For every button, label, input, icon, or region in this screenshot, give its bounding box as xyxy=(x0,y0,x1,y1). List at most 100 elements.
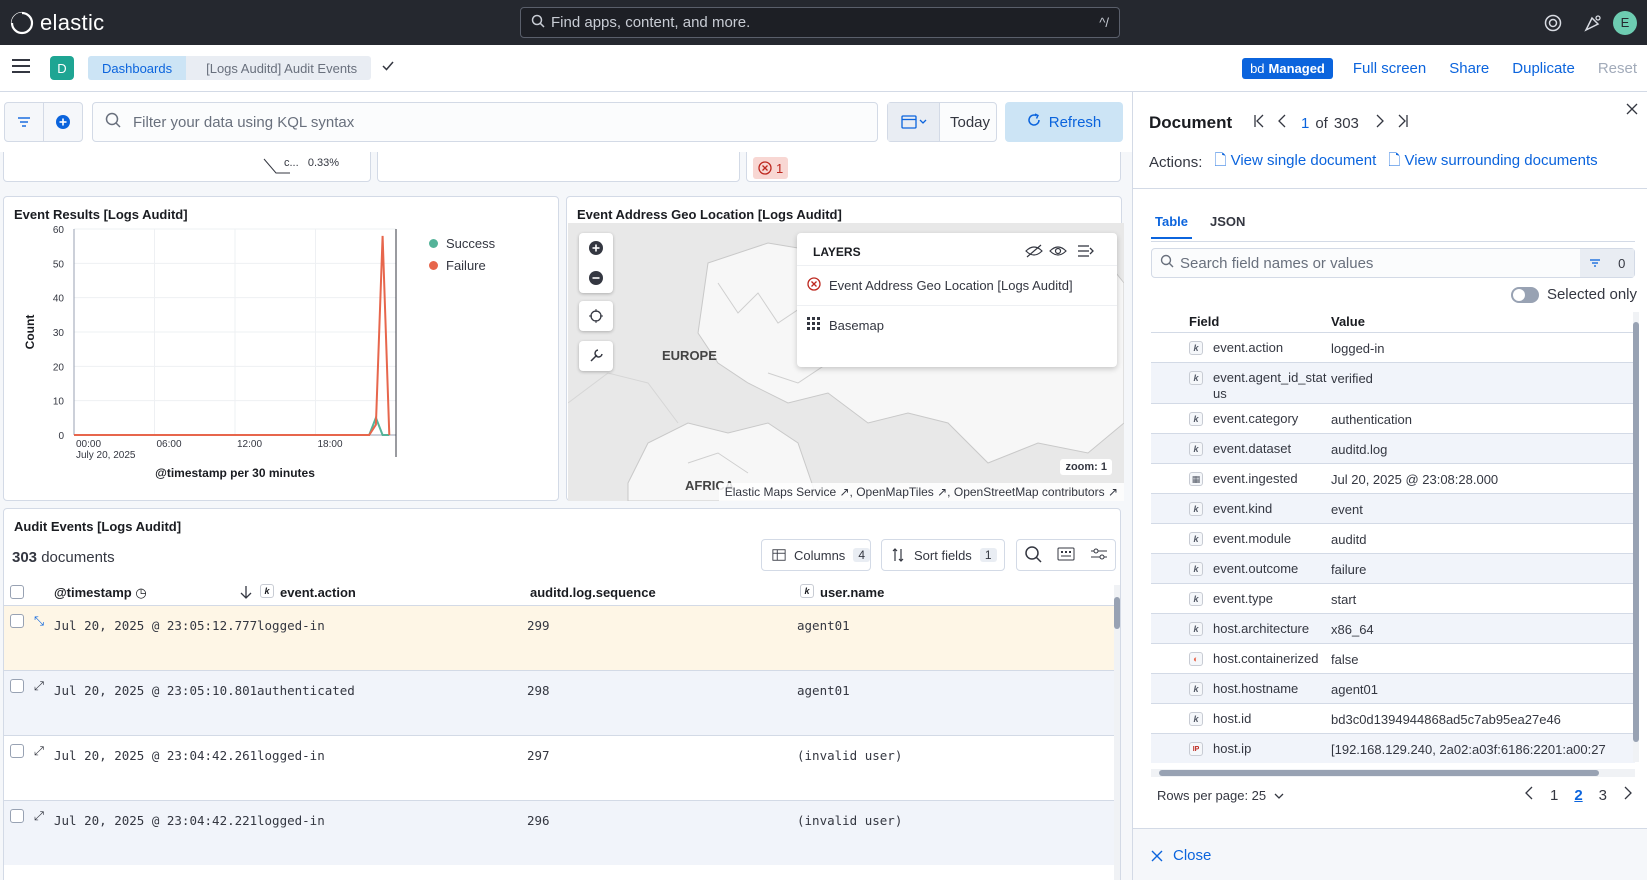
layer-basemap[interactable]: Basemap xyxy=(797,305,1117,345)
table-scrollbar[interactable] xyxy=(1114,585,1120,880)
kql-search-input[interactable]: Filter your data using KQL syntax xyxy=(92,102,878,142)
page-1-button[interactable]: 1 xyxy=(1550,787,1558,804)
reset-button[interactable]: Reset xyxy=(1598,60,1637,77)
next-page-icon[interactable] xyxy=(1623,786,1633,804)
scrollbar-thumb[interactable] xyxy=(1114,597,1120,629)
search-icon[interactable] xyxy=(1024,545,1042,566)
field-row[interactable]: k host.architecture x86_64 xyxy=(1151,613,1635,643)
field-row[interactable]: k event.module auditd xyxy=(1151,523,1635,553)
field-row[interactable]: k event.type start xyxy=(1151,583,1635,613)
field-row[interactable]: k host.hostname agent01 xyxy=(1151,673,1635,703)
table-row[interactable]: ⤢ Jul 20, 2025 @ 23:04:42.221 logged-in … xyxy=(4,800,1118,865)
field-row[interactable]: k event.agent_id_status verified xyxy=(1151,362,1635,403)
current-document-index[interactable]: 1 xyxy=(1301,115,1309,132)
breadcrumb-dashboards[interactable]: Dashboards xyxy=(88,56,187,80)
row-checkbox[interactable] xyxy=(10,809,24,823)
add-filter-button[interactable] xyxy=(43,102,83,142)
field-filter-button[interactable]: 0 xyxy=(1580,249,1634,277)
field-row[interactable]: k event.dataset auditd.log xyxy=(1151,433,1635,463)
user-avatar[interactable]: E xyxy=(1613,10,1637,35)
view-surrounding-documents-link[interactable]: 🗋 View surrounding documents xyxy=(1388,150,1597,175)
date-picker[interactable]: Today xyxy=(887,102,997,142)
table-row[interactable]: ⤢ Jul 20, 2025 @ 23:05:10.801 authentica… xyxy=(4,670,1118,735)
scrollbar-thumb[interactable] xyxy=(1633,322,1639,742)
event-results-chart[interactable]: 60 50 40 30 20 10 0 00:00 06:00 12:00 18:00 July 20… xyxy=(4,197,424,497)
field-row[interactable]: k host.id bd3c0d1394944868ad5c7ab95ea27e46 xyxy=(1151,703,1635,733)
header-sequence[interactable]: auditd.log.sequence xyxy=(530,585,656,600)
attribution-osm[interactable]: OpenStreetMap contributors xyxy=(954,485,1105,499)
close-icon[interactable] xyxy=(1625,102,1639,121)
field-row[interactable]: k event.kind event xyxy=(1151,493,1635,523)
layer-geo-location[interactable]: Event Address Geo Location [Logs Auditd] xyxy=(797,265,1117,305)
space-avatar[interactable]: D xyxy=(50,56,74,80)
tab-json[interactable]: JSON xyxy=(1206,214,1249,239)
columns-button[interactable]: Columns 4 xyxy=(761,539,871,571)
refresh-button[interactable]: Refresh xyxy=(1005,102,1123,142)
close-button[interactable]: Close xyxy=(1151,847,1211,864)
page-2-button[interactable]: 2 xyxy=(1574,787,1582,804)
fit-bounds-button[interactable] xyxy=(579,301,613,331)
row-checkbox[interactable] xyxy=(10,744,24,758)
view-single-document-link[interactable]: 🗋 View single document xyxy=(1214,150,1376,175)
field-row[interactable]: ◐ host.containerized false xyxy=(1151,643,1635,673)
row-checkbox[interactable] xyxy=(10,614,24,628)
global-search-input[interactable]: Find apps, content, and more. ^/ xyxy=(520,7,1120,38)
toggle-switch[interactable] xyxy=(1510,286,1539,303)
prev-page-icon[interactable] xyxy=(1277,114,1287,132)
collapse-layers-icon[interactable] xyxy=(1077,243,1095,264)
show-layers-icon[interactable] xyxy=(1049,243,1067,264)
checkmark-icon[interactable] xyxy=(381,59,395,78)
last-page-icon[interactable] xyxy=(1397,114,1409,132)
field-row[interactable]: k event.category authentication xyxy=(1151,403,1635,433)
share-button[interactable]: Share xyxy=(1449,60,1489,77)
zoom-in-button[interactable] xyxy=(579,233,613,263)
field-row[interactable]: k event.action logged-in xyxy=(1151,332,1635,362)
filter-menu-button[interactable] xyxy=(4,102,44,142)
hide-layers-icon[interactable] xyxy=(1025,243,1043,264)
tab-table[interactable]: Table xyxy=(1151,214,1192,239)
expand-icon[interactable]: ⤢ xyxy=(34,678,44,694)
header-timestamp[interactable]: @timestamp ◷ xyxy=(54,585,147,601)
legend-failure[interactable]: Failure xyxy=(429,258,486,273)
error-badge[interactable]: 1 xyxy=(753,157,789,179)
keyboard-icon[interactable] xyxy=(1057,547,1075,564)
horizontal-scrollbar[interactable] xyxy=(1151,769,1635,777)
next-page-icon[interactable] xyxy=(1375,114,1385,132)
news-feed-icon[interactable] xyxy=(1573,14,1613,32)
elastic-logo[interactable]: elastic xyxy=(10,10,104,36)
display-settings-icon[interactable] xyxy=(1090,547,1108,564)
tools-button[interactable] xyxy=(579,341,613,371)
table-row[interactable]: ⤢ Jul 20, 2025 @ 23:04:42.261 logged-in … xyxy=(4,735,1118,800)
help-icon[interactable] xyxy=(1533,14,1573,32)
expand-icon[interactable]: ⤢ xyxy=(34,808,44,824)
sort-desc-icon[interactable] xyxy=(240,585,252,602)
field-row[interactable]: IP host.ip [192.168.129.240, 2a02:a03f:618… xyxy=(1151,733,1635,763)
collapse-icon[interactable]: ⤡ xyxy=(34,613,44,629)
calendar-icon[interactable] xyxy=(888,103,940,141)
rows-per-page-button[interactable]: Rows per page: 25 xyxy=(1157,788,1284,803)
map-canvas[interactable]: EUROPE AFRICA LAYERS Event Address Geo L… xyxy=(568,223,1124,501)
legend-success[interactable]: Success xyxy=(429,236,495,251)
menu-icon[interactable] xyxy=(12,58,34,79)
vertical-scrollbar[interactable] xyxy=(1633,312,1639,762)
zoom-out-button[interactable] xyxy=(579,263,613,293)
header-event-action[interactable]: event.action xyxy=(280,585,356,600)
field-search-input[interactable]: Search field names or values 0 xyxy=(1151,248,1635,278)
duplicate-button[interactable]: Duplicate xyxy=(1512,60,1575,77)
header-user-name[interactable]: user.name xyxy=(820,585,884,600)
full-screen-button[interactable]: Full screen xyxy=(1353,60,1426,77)
first-page-icon[interactable] xyxy=(1253,114,1265,132)
row-checkbox[interactable] xyxy=(10,679,24,693)
field-row[interactable]: k event.outcome failure xyxy=(1151,553,1635,583)
sort-fields-button[interactable]: Sort fields 1 xyxy=(881,539,1005,571)
field-row[interactable]: ▦ event.ingested Jul 20, 2025 @ 23:08:28.0… xyxy=(1151,463,1635,493)
table-row[interactable]: ⤡ Jul 20, 2025 @ 23:05:12.777 logged-in … xyxy=(4,605,1118,670)
selected-only-toggle[interactable]: Selected only xyxy=(1510,286,1637,303)
expand-icon[interactable]: ⤢ xyxy=(34,743,44,759)
select-all-checkbox[interactable] xyxy=(10,585,24,599)
prev-page-icon[interactable] xyxy=(1524,786,1534,804)
attribution-ems[interactable]: Elastic Maps Service xyxy=(725,485,836,499)
scrollbar-thumb[interactable] xyxy=(1159,770,1599,776)
attribution-openmaptiles[interactable]: OpenMapTiles xyxy=(856,485,934,499)
page-3-button[interactable]: 3 xyxy=(1599,787,1607,804)
